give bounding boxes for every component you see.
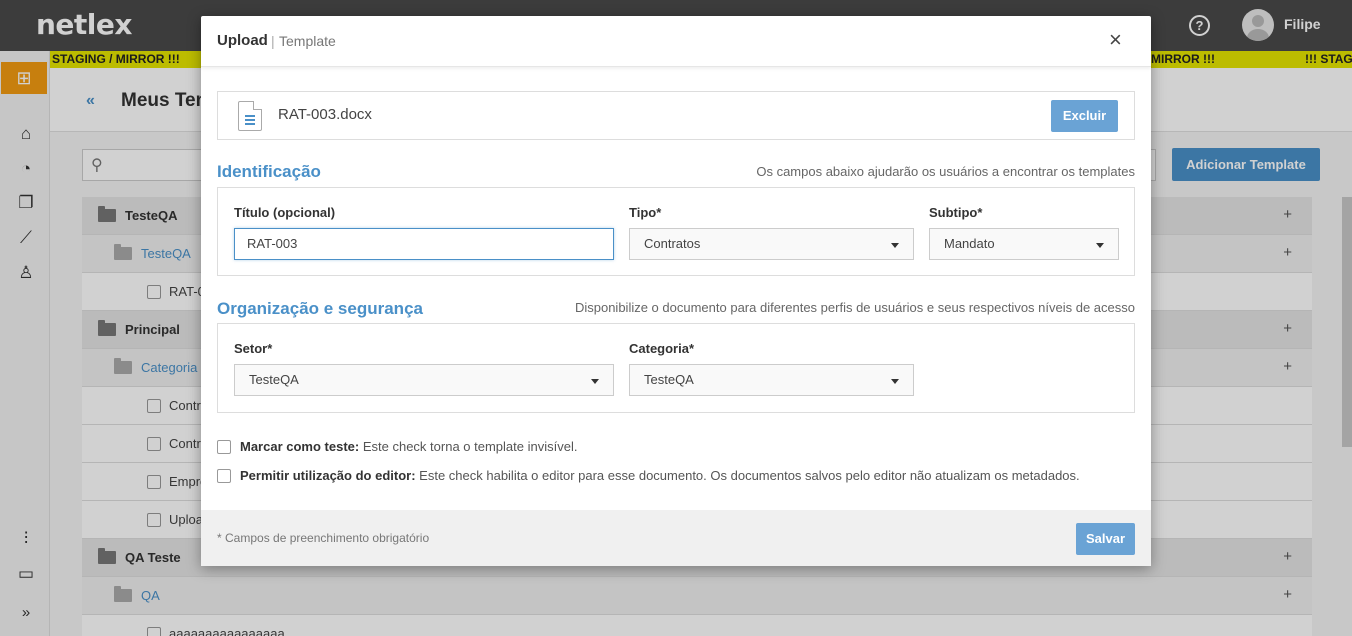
modal-subtitle: Template bbox=[279, 33, 336, 49]
organization-title: Organização e segurança bbox=[217, 299, 423, 318]
sector-field-label: Setor* bbox=[234, 341, 273, 356]
category-select[interactable]: TesteQA bbox=[629, 364, 914, 396]
category-select-value: TesteQA bbox=[644, 372, 694, 387]
chevron-down-icon bbox=[891, 379, 899, 384]
sector-select[interactable]: TesteQA bbox=[234, 364, 614, 396]
modal-title: Upload bbox=[217, 32, 268, 49]
identification-title: Identificação bbox=[217, 162, 321, 181]
mark-as-test-checkbox[interactable]: Marcar como teste: Este check torna o te… bbox=[217, 439, 577, 454]
type-select[interactable]: Contratos bbox=[629, 228, 914, 260]
modal-header: Upload | Template × bbox=[201, 16, 1151, 67]
organization-description: Disponibilize o documento para diferente… bbox=[574, 300, 1135, 315]
type-select-value: Contratos bbox=[644, 236, 701, 251]
modal-title-separator: | bbox=[271, 33, 275, 49]
chevron-down-icon bbox=[1096, 243, 1104, 248]
title-field-label: Título (opcional) bbox=[234, 205, 336, 220]
close-icon[interactable]: × bbox=[1109, 29, 1122, 51]
identification-description: Os campos abaixo ajudarão os usuários a … bbox=[756, 164, 1135, 179]
allow-editor-label: Permitir utilização do editor: bbox=[240, 468, 416, 483]
allow-editor-checkbox[interactable]: Permitir utilização do editor: Este chec… bbox=[217, 468, 1080, 483]
category-field-label: Categoria* bbox=[629, 341, 695, 356]
checkbox-box[interactable] bbox=[217, 440, 231, 454]
identification-section: Título (opcional) RAT-003 Tipo* Contrato… bbox=[217, 187, 1135, 276]
chevron-down-icon bbox=[891, 243, 899, 248]
organization-section: Setor* TesteQA Categoria* TesteQA bbox=[217, 323, 1135, 413]
title-field[interactable]: RAT-003 bbox=[234, 228, 614, 260]
save-button[interactable]: Salvar bbox=[1076, 523, 1135, 555]
allow-editor-text: Este check habilita o editor para esse d… bbox=[419, 468, 1080, 483]
checkbox-box[interactable] bbox=[217, 469, 231, 483]
chevron-down-icon bbox=[591, 379, 599, 384]
file-name: RAT-003.docx bbox=[278, 106, 372, 123]
document-icon bbox=[238, 101, 262, 131]
subtype-field-label: Subtipo* bbox=[929, 205, 983, 220]
delete-file-button[interactable]: Excluir bbox=[1051, 100, 1118, 132]
subtype-select-value: Mandato bbox=[944, 236, 995, 251]
mark-as-test-label: Marcar como teste: bbox=[240, 439, 360, 454]
required-fields-note: * Campos de preenchimento obrigatório bbox=[217, 531, 430, 545]
mark-as-test-text: Este check torna o template invisível. bbox=[362, 439, 578, 454]
modal-footer: * Campos de preenchimento obrigatório Sa… bbox=[201, 510, 1151, 566]
type-field-label: Tipo* bbox=[629, 205, 662, 220]
upload-template-modal: Upload | Template × RAT-003.docx Excluir… bbox=[201, 16, 1151, 566]
sector-select-value: TesteQA bbox=[249, 372, 299, 387]
subtype-select[interactable]: Mandato bbox=[929, 228, 1119, 260]
uploaded-file: RAT-003.docx Excluir bbox=[217, 91, 1135, 140]
